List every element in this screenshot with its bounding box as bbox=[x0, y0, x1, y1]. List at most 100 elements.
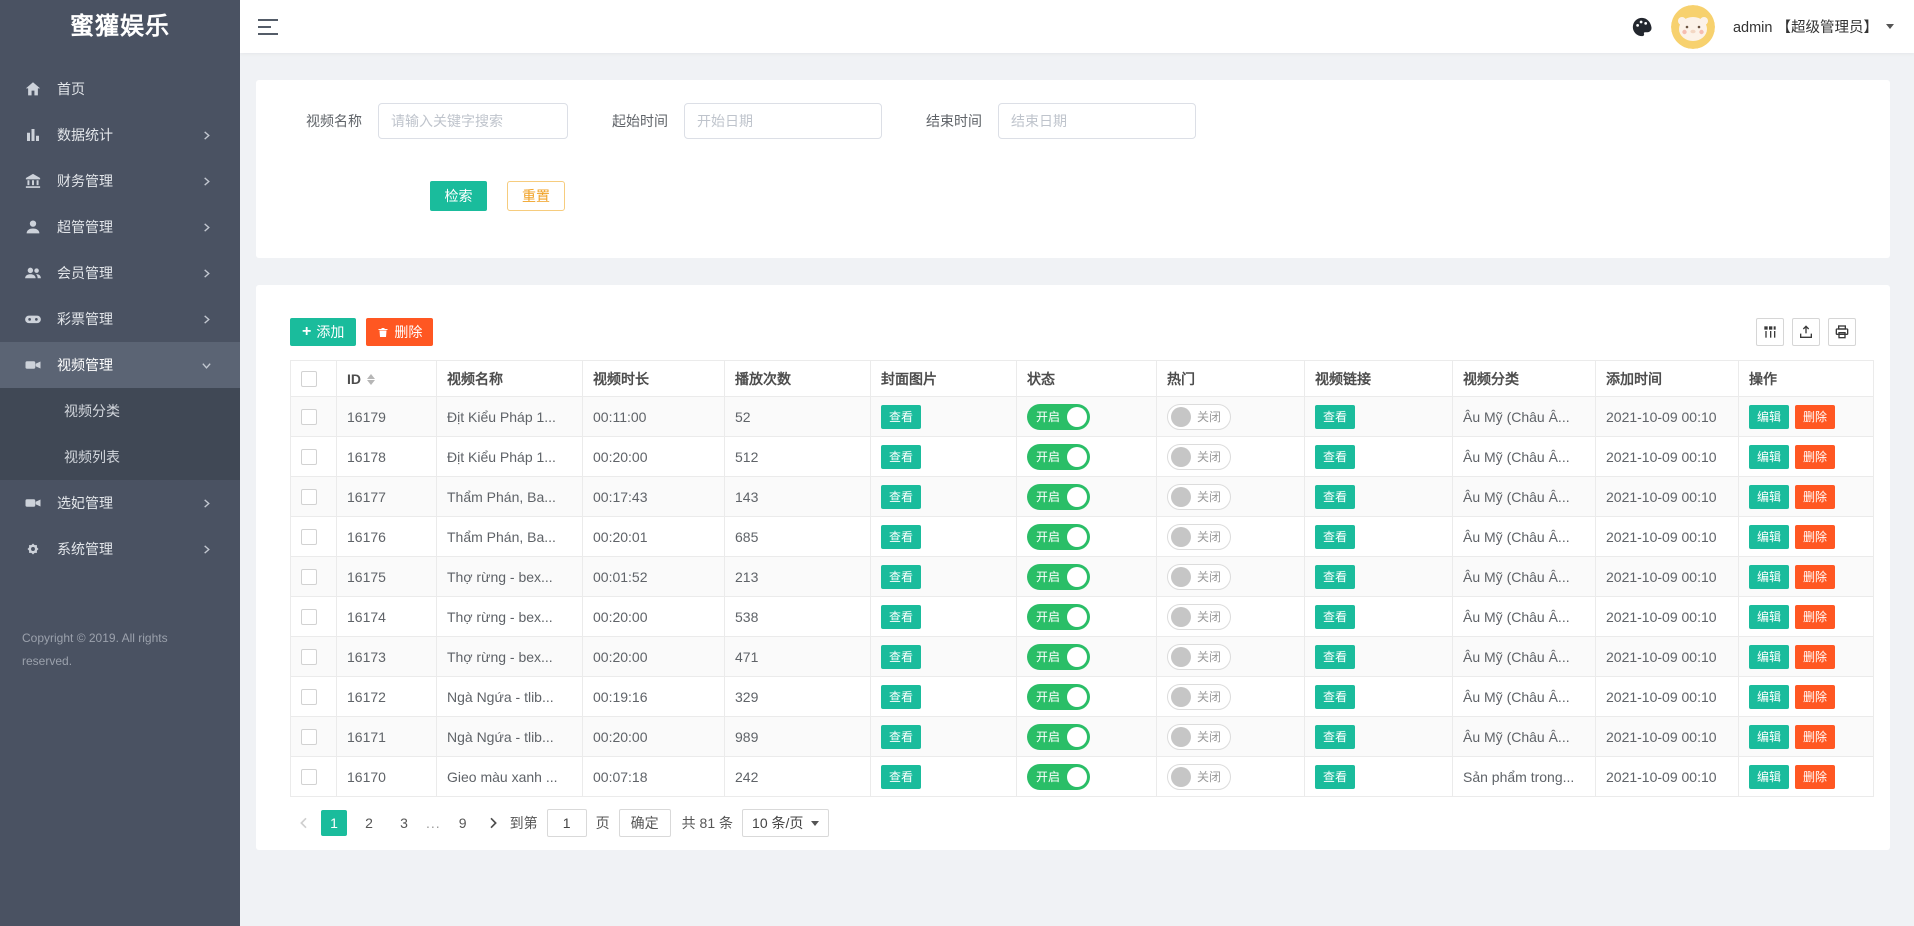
edit-button[interactable]: 编辑 bbox=[1749, 405, 1789, 429]
row-checkbox[interactable] bbox=[301, 609, 317, 625]
hot-toggle-off[interactable]: 关闭 bbox=[1167, 524, 1231, 550]
view-link-button[interactable]: 查看 bbox=[1315, 605, 1355, 629]
status-toggle-on[interactable]: 开启 bbox=[1027, 764, 1090, 790]
sidebar-item-concubine[interactable]: 选妃管理 bbox=[0, 480, 240, 526]
next-page-button[interactable] bbox=[485, 815, 501, 831]
sidebar-item-video-list[interactable]: 视频列表 bbox=[0, 434, 240, 480]
sidebar-item-finance[interactable]: 财务管理 bbox=[0, 158, 240, 204]
video-name-input[interactable] bbox=[378, 103, 568, 139]
view-link-button[interactable]: 查看 bbox=[1315, 725, 1355, 749]
user-menu[interactable]: admin 【超级管理员】 bbox=[1733, 16, 1894, 37]
delete-button[interactable]: 删除 bbox=[1795, 645, 1835, 669]
row-checkbox[interactable] bbox=[301, 729, 317, 745]
view-cover-button[interactable]: 查看 bbox=[881, 445, 921, 469]
reset-button[interactable]: 重置 bbox=[507, 181, 565, 211]
view-cover-button[interactable]: 查看 bbox=[881, 525, 921, 549]
view-cover-button[interactable]: 查看 bbox=[881, 645, 921, 669]
edit-button[interactable]: 编辑 bbox=[1749, 685, 1789, 709]
status-toggle-on[interactable]: 开启 bbox=[1027, 564, 1090, 590]
view-cover-button[interactable]: 查看 bbox=[881, 725, 921, 749]
edit-button[interactable]: 编辑 bbox=[1749, 485, 1789, 509]
hot-toggle-off[interactable]: 关闭 bbox=[1167, 404, 1231, 430]
delete-button[interactable]: 删除 bbox=[1795, 765, 1835, 789]
hot-toggle-off[interactable]: 关闭 bbox=[1167, 644, 1231, 670]
sidebar-item-statistics[interactable]: 数据统计 bbox=[0, 112, 240, 158]
status-toggle-on[interactable]: 开启 bbox=[1027, 404, 1090, 430]
view-link-button[interactable]: 查看 bbox=[1315, 685, 1355, 709]
avatar[interactable] bbox=[1671, 5, 1715, 49]
delete-button[interactable]: 删除 bbox=[1795, 725, 1835, 749]
view-link-button[interactable]: 查看 bbox=[1315, 405, 1355, 429]
edit-button[interactable]: 编辑 bbox=[1749, 565, 1789, 589]
start-date-input[interactable] bbox=[684, 103, 882, 139]
sidebar-item-home[interactable]: 首页 bbox=[0, 66, 240, 112]
goto-page-input[interactable] bbox=[547, 809, 587, 837]
row-checkbox[interactable] bbox=[301, 529, 317, 545]
row-checkbox[interactable] bbox=[301, 649, 317, 665]
hot-toggle-off[interactable]: 关闭 bbox=[1167, 764, 1231, 790]
edit-button[interactable]: 编辑 bbox=[1749, 525, 1789, 549]
edit-button[interactable]: 编辑 bbox=[1749, 605, 1789, 629]
view-cover-button[interactable]: 查看 bbox=[881, 565, 921, 589]
edit-button[interactable]: 编辑 bbox=[1749, 725, 1789, 749]
delete-button[interactable]: 删除 bbox=[1795, 685, 1835, 709]
edit-button[interactable]: 编辑 bbox=[1749, 445, 1789, 469]
sidebar-item-video-category[interactable]: 视频分类 bbox=[0, 388, 240, 434]
delete-button[interactable]: 删除 bbox=[1795, 405, 1835, 429]
page-button-2[interactable]: 2 bbox=[356, 810, 382, 836]
view-cover-button[interactable]: 查看 bbox=[881, 605, 921, 629]
filter-columns-button[interactable] bbox=[1756, 318, 1784, 346]
view-cover-button[interactable]: 查看 bbox=[881, 485, 921, 509]
add-button[interactable]: + 添加 bbox=[290, 318, 356, 346]
hot-toggle-off[interactable]: 关闭 bbox=[1167, 484, 1231, 510]
view-link-button[interactable]: 查看 bbox=[1315, 765, 1355, 789]
sidebar-item-system[interactable]: 系统管理 bbox=[0, 526, 240, 572]
search-button[interactable]: 检索 bbox=[430, 181, 487, 211]
page-button-1[interactable]: 1 bbox=[321, 810, 347, 836]
view-cover-button[interactable]: 查看 bbox=[881, 405, 921, 429]
page-button-3[interactable]: 3 bbox=[391, 810, 417, 836]
status-toggle-on[interactable]: 开启 bbox=[1027, 604, 1090, 630]
sort-icon[interactable] bbox=[367, 374, 375, 385]
view-link-button[interactable]: 查看 bbox=[1315, 445, 1355, 469]
row-checkbox[interactable] bbox=[301, 769, 317, 785]
edit-button[interactable]: 编辑 bbox=[1749, 765, 1789, 789]
row-checkbox[interactable] bbox=[301, 449, 317, 465]
delete-button[interactable]: 删除 bbox=[1795, 525, 1835, 549]
select-all-checkbox[interactable] bbox=[301, 371, 317, 387]
theme-palette-icon[interactable] bbox=[1631, 16, 1653, 38]
status-toggle-on[interactable]: 开启 bbox=[1027, 644, 1090, 670]
prev-page-button[interactable] bbox=[296, 815, 312, 831]
sidebar-item-video[interactable]: 视频管理 bbox=[0, 342, 240, 388]
edit-button[interactable]: 编辑 bbox=[1749, 645, 1789, 669]
row-checkbox[interactable] bbox=[301, 489, 317, 505]
per-page-select[interactable]: 10 条/页 bbox=[742, 809, 829, 837]
delete-button[interactable]: 删除 bbox=[1795, 605, 1835, 629]
export-button[interactable] bbox=[1792, 318, 1820, 346]
row-checkbox[interactable] bbox=[301, 409, 317, 425]
status-toggle-on[interactable]: 开启 bbox=[1027, 484, 1090, 510]
view-link-button[interactable]: 查看 bbox=[1315, 565, 1355, 589]
hot-toggle-off[interactable]: 关闭 bbox=[1167, 684, 1231, 710]
status-toggle-on[interactable]: 开启 bbox=[1027, 524, 1090, 550]
status-toggle-on[interactable]: 开启 bbox=[1027, 724, 1090, 750]
goto-confirm-button[interactable]: 确定 bbox=[619, 809, 671, 837]
delete-button[interactable]: 删除 bbox=[1795, 485, 1835, 509]
delete-button[interactable]: 删除 bbox=[1795, 565, 1835, 589]
sidebar-item-members[interactable]: 会员管理 bbox=[0, 250, 240, 296]
bulk-delete-button[interactable]: 删除 bbox=[366, 318, 433, 346]
hot-toggle-off[interactable]: 关闭 bbox=[1167, 564, 1231, 590]
delete-button[interactable]: 删除 bbox=[1795, 445, 1835, 469]
sidebar-item-lottery[interactable]: 彩票管理 bbox=[0, 296, 240, 342]
view-cover-button[interactable]: 查看 bbox=[881, 765, 921, 789]
view-link-button[interactable]: 查看 bbox=[1315, 485, 1355, 509]
view-link-button[interactable]: 查看 bbox=[1315, 525, 1355, 549]
hamburger-menu-icon[interactable] bbox=[258, 19, 280, 35]
status-toggle-on[interactable]: 开启 bbox=[1027, 444, 1090, 470]
view-link-button[interactable]: 查看 bbox=[1315, 645, 1355, 669]
hot-toggle-off[interactable]: 关闭 bbox=[1167, 724, 1231, 750]
row-checkbox[interactable] bbox=[301, 689, 317, 705]
end-date-input[interactable] bbox=[998, 103, 1196, 139]
hot-toggle-off[interactable]: 关闭 bbox=[1167, 604, 1231, 630]
print-button[interactable] bbox=[1828, 318, 1856, 346]
